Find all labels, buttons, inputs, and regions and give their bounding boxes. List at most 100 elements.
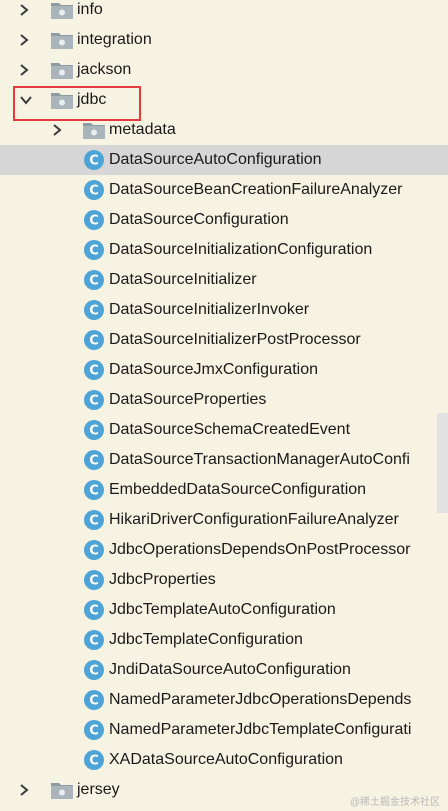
svg-text:C: C [89, 394, 99, 409]
class-icon: C [83, 179, 105, 201]
class-icon: C [83, 239, 105, 261]
tree-node-info[interactable]: info [0, 0, 448, 25]
class-icon: C [83, 149, 105, 171]
tree-node-class[interactable]: C HikariDriverConfigurationFailureAnalyz… [0, 505, 448, 535]
svg-text:C: C [89, 304, 99, 319]
chevron-right-icon[interactable] [49, 115, 65, 145]
tree-node-class[interactable]: C DataSourceInitializer [0, 265, 448, 295]
class-icon: C [83, 659, 105, 681]
tree-node-class[interactable]: C JdbcOperationsDependsOnPostProcessor [0, 535, 448, 565]
tree-node-label: JdbcTemplateAutoConfiguration [109, 601, 336, 618]
class-icon: C [83, 719, 105, 741]
class-icon: C [83, 569, 105, 591]
tree-node-class[interactable]: C DataSourceProperties [0, 385, 448, 415]
class-icon: C [83, 359, 105, 381]
tree-node-class[interactable]: C DataSourceBeanCreationFailureAnalyzer [0, 175, 448, 205]
class-icon: C [83, 419, 105, 441]
tree-node-label: DataSourceSchemaCreatedEvent [109, 421, 351, 438]
tree-node-class[interactable]: C JndiDataSourceAutoConfiguration [0, 655, 448, 685]
svg-text:C: C [89, 754, 99, 769]
class-icon: C [83, 539, 105, 561]
tree-node-label: DataSourceTransactionManagerAutoConfi [109, 451, 410, 468]
package-folder-icon [50, 780, 74, 800]
svg-text:C: C [89, 634, 99, 649]
svg-text:C: C [89, 664, 99, 679]
svg-text:C: C [89, 724, 99, 739]
chevron-right-icon[interactable] [16, 25, 32, 55]
svg-text:C: C [89, 154, 99, 169]
tree-node-class[interactable]: C DataSourceInitializerInvoker [0, 295, 448, 325]
package-folder-icon [50, 0, 74, 20]
tree-node-label: DataSourceConfiguration [109, 211, 289, 228]
tree-node-label: DataSourceInitializer [109, 271, 257, 288]
tree-node-label: XADataSourceAutoConfiguration [109, 751, 343, 768]
class-icon: C [83, 269, 105, 291]
tree-node-label: JdbcProperties [109, 571, 216, 588]
class-icon: C [83, 599, 105, 621]
tree-node-label: DataSourceInitializerPostProcessor [109, 331, 361, 348]
svg-text:C: C [89, 694, 99, 709]
svg-text:C: C [89, 574, 99, 589]
svg-text:C: C [89, 364, 99, 379]
svg-text:C: C [89, 214, 99, 229]
tree-node-class[interactable]: C DataSourceConfiguration [0, 205, 448, 235]
tree-node-label: DataSourceInitializationConfiguration [109, 241, 373, 258]
svg-text:C: C [89, 454, 99, 469]
tree-node-class[interactable]: C DataSourceInitializerPostProcessor [0, 325, 448, 355]
tree-node-class[interactable]: C DataSourceInitializationConfiguration [0, 235, 448, 265]
class-icon: C [83, 479, 105, 501]
chevron-right-icon[interactable] [16, 0, 32, 25]
svg-text:C: C [89, 184, 99, 199]
tree-node-label: NamedParameterJdbcOperationsDepends [109, 691, 412, 708]
tree-node-jackson[interactable]: jackson [0, 55, 448, 85]
tree-node-class[interactable]: C NamedParameterJdbcTemplateConfigurati [0, 715, 448, 745]
package-folder-icon [82, 120, 106, 140]
tree-node-metadata[interactable]: metadata [0, 115, 448, 145]
class-icon: C [83, 509, 105, 531]
tree-node-label: EmbeddedDataSourceConfiguration [109, 481, 367, 498]
tree-node-class[interactable]: C JdbcTemplateConfiguration [0, 625, 448, 655]
tree-node-jdbc[interactable]: jdbc [0, 85, 448, 115]
tree-node-label: DataSourceJmxConfiguration [109, 361, 318, 378]
tree-node-class[interactable]: C DataSourceSchemaCreatedEvent [0, 415, 448, 445]
tree-node-class[interactable]: C JdbcProperties [0, 565, 448, 595]
tree-node-label: jersey [77, 781, 120, 798]
chevron-right-icon[interactable] [16, 55, 32, 85]
svg-text:C: C [89, 484, 99, 499]
class-icon: C [83, 299, 105, 321]
package-folder-icon [50, 60, 74, 80]
tree-node-class[interactable]: C DataSourceAutoConfiguration [0, 145, 448, 175]
svg-text:C: C [89, 274, 99, 289]
package-folder-icon [50, 30, 74, 50]
tree-node-class[interactable]: C EmbeddedDataSourceConfiguration [0, 475, 448, 505]
chevron-right-icon[interactable] [16, 775, 32, 805]
tree-node-class[interactable]: C JdbcTemplateAutoConfiguration [0, 595, 448, 625]
chevron-down-icon[interactable] [18, 85, 34, 115]
class-icon: C [83, 449, 105, 471]
tree-node-label: DataSourceProperties [109, 391, 267, 408]
tree-node-label: info [77, 1, 103, 18]
tree-node-label: JdbcTemplateConfiguration [109, 631, 303, 648]
class-icon: C [83, 389, 105, 411]
tree-node-label: integration [77, 31, 152, 48]
tree-node-label: jdbc [77, 91, 107, 108]
tree-node-label: jackson [77, 61, 132, 78]
tree-node-label: JndiDataSourceAutoConfiguration [109, 661, 351, 678]
tree-node-label: HikariDriverConfigurationFailureAnalyzer [109, 511, 399, 528]
tree-node-label: JdbcOperationsDependsOnPostProcessor [109, 541, 411, 558]
class-icon: C [83, 629, 105, 651]
class-icon: C [83, 329, 105, 351]
svg-text:C: C [89, 334, 99, 349]
tree-node-class[interactable]: C NamedParameterJdbcOperationsDepends [0, 685, 448, 715]
svg-text:C: C [89, 544, 99, 559]
tree-node-integration[interactable]: integration [0, 25, 448, 55]
tree-node-label: DataSourceInitializerInvoker [109, 301, 310, 318]
tree-node-class[interactable]: C DataSourceTransactionManagerAutoConfi [0, 445, 448, 475]
package-folder-icon [50, 90, 74, 110]
tree-node-class[interactable]: C XADataSourceAutoConfiguration [0, 745, 448, 775]
scrollbar-thumb[interactable] [437, 413, 448, 513]
class-icon: C [83, 749, 105, 771]
tree-node-label: NamedParameterJdbcTemplateConfigurati [109, 721, 412, 738]
tree-node-class[interactable]: C DataSourceJmxConfiguration [0, 355, 448, 385]
tree-node-label: DataSourceBeanCreationFailureAnalyzer [109, 181, 403, 198]
